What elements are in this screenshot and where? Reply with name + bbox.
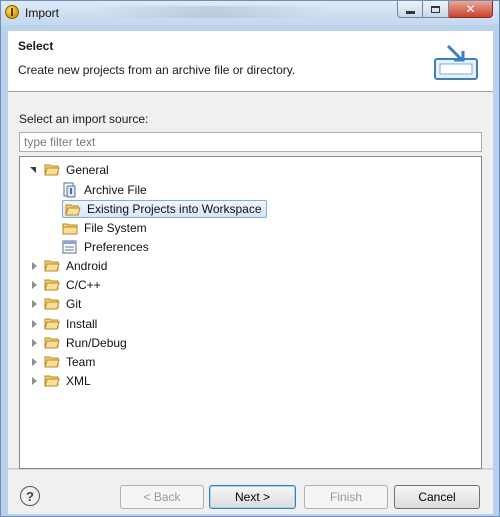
cancel-button[interactable]: Cancel (394, 485, 480, 509)
collapse-arrow-icon[interactable] (28, 337, 40, 349)
title-bar-glass (91, 6, 331, 18)
open-folder-icon (65, 204, 81, 215)
import-source-label: Select an import source: (19, 112, 149, 126)
tree-item-label: Android (66, 258, 108, 273)
folder-icon (44, 375, 60, 387)
wizard-body: Select an import source: General Archive… (8, 92, 493, 469)
tree-item-label: Run/Debug (66, 335, 127, 350)
tree-item-existing-projects[interactable]: Existing Projects into Workspace (62, 199, 267, 218)
tree-item-install[interactable]: Install (28, 314, 99, 333)
archive-file-icon (63, 182, 76, 197)
tree-item-xml[interactable]: XML (28, 371, 93, 390)
help-icon: ? (26, 488, 34, 504)
folder-icon (44, 356, 60, 368)
import-wizard-icon (434, 44, 478, 80)
tree-item-run-debug[interactable]: Run/Debug (28, 333, 129, 352)
collapse-arrow-icon[interactable] (28, 375, 40, 387)
tree-item-archive-file[interactable]: Archive File (62, 180, 149, 199)
collapse-arrow-icon[interactable] (28, 260, 40, 272)
selection-highlight: Existing Projects into Workspace (62, 199, 267, 218)
tree-item-preferences[interactable]: Preferences (62, 237, 151, 256)
collapse-arrow-icon[interactable] (28, 318, 40, 330)
folder-icon (62, 223, 78, 234)
eclipse-app-icon (5, 5, 19, 19)
folder-icon (44, 260, 60, 272)
close-icon: ✕ (465, 2, 476, 16)
collapse-arrow-icon[interactable] (28, 356, 40, 368)
import-source-tree[interactable]: General Archive File Existing Projects i… (19, 156, 482, 469)
tree-item-label: Archive File (84, 182, 147, 197)
caption-buttons: ✕ (397, 1, 493, 19)
tree-item-git[interactable]: Git (28, 294, 83, 313)
tree-item-general[interactable]: General (28, 160, 111, 179)
tree-item-android[interactable]: Android (28, 256, 109, 275)
page-description: Create new projects from an archive file… (18, 63, 296, 77)
folder-icon (44, 318, 60, 330)
next-button[interactable]: Next > (209, 485, 296, 509)
tree-item-file-system[interactable]: File System (62, 218, 149, 237)
folder-icon (44, 298, 60, 310)
expand-arrow-icon[interactable] (28, 164, 40, 176)
tree-item-label: Git (66, 296, 82, 311)
maximize-icon (431, 5, 440, 13)
folder-icon (44, 279, 60, 291)
page-title: Select (18, 39, 54, 53)
minimize-button[interactable] (397, 1, 423, 18)
minimize-icon (405, 10, 415, 14)
folder-open-icon (44, 164, 60, 176)
tree-item-label: Install (66, 316, 98, 331)
collapse-arrow-icon[interactable] (28, 298, 40, 310)
button-bar: ? < Back Next > Finish Cancel (8, 469, 493, 514)
tree-item-team[interactable]: Team (28, 352, 97, 371)
close-button[interactable]: ✕ (449, 1, 493, 18)
tree-item-label: Team (66, 354, 96, 369)
preferences-icon (62, 240, 77, 253)
back-button[interactable]: < Back (120, 485, 204, 509)
tree-item-label: C/C++ (66, 277, 101, 292)
import-dialog: Import ✕ Select Create new projects from… (0, 0, 500, 517)
tree-item-label: Preferences (84, 239, 149, 254)
maximize-button[interactable] (423, 1, 449, 18)
finish-button[interactable]: Finish (304, 485, 388, 509)
tree-item-cpp[interactable]: C/C++ (28, 275, 103, 294)
tree-item-label: XML (66, 373, 91, 388)
tree-item-label: General (66, 162, 109, 177)
collapse-arrow-icon[interactable] (28, 279, 40, 291)
tree-item-label: File System (84, 220, 147, 235)
filter-input[interactable] (19, 132, 482, 152)
wizard-header: Select Create new projects from an archi… (8, 31, 493, 92)
window-title: Import (25, 6, 60, 20)
tree-item-label: Existing Projects into Workspace (87, 201, 262, 216)
title-bar[interactable]: Import ✕ (1, 1, 499, 25)
help-button[interactable]: ? (20, 486, 40, 506)
folder-icon (44, 337, 60, 349)
